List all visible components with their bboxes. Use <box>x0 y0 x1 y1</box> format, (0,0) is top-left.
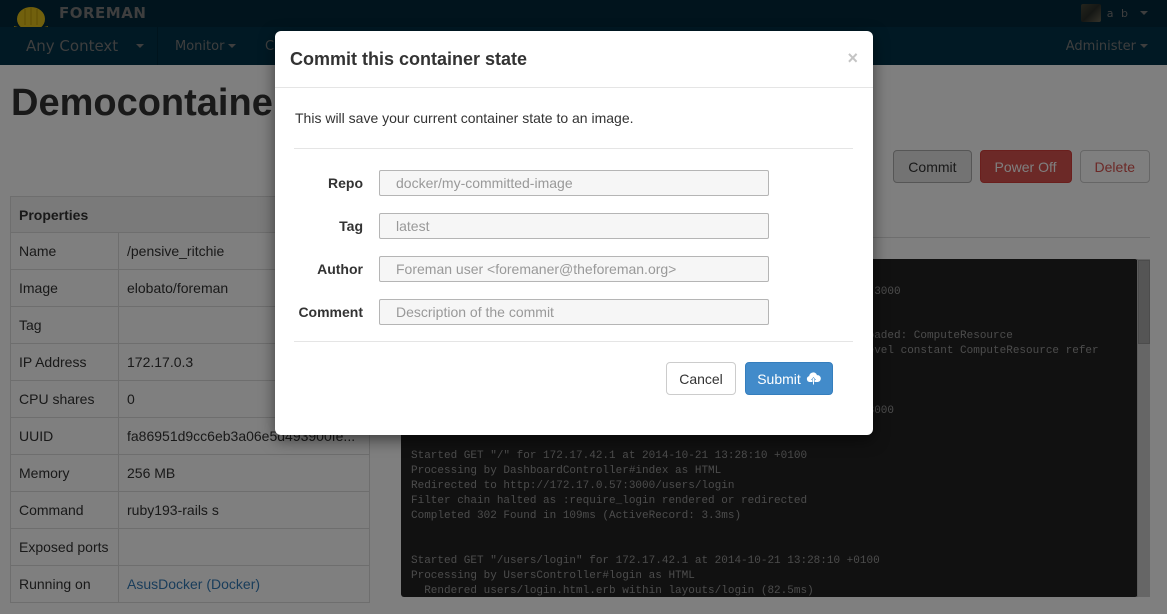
divider <box>294 148 853 149</box>
modal-title: Commit this container state <box>290 49 528 69</box>
repo-input[interactable] <box>379 170 769 196</box>
repo-label: Repo <box>328 175 363 191</box>
divider <box>294 341 853 342</box>
author-input[interactable] <box>379 256 769 282</box>
tag-label: Tag <box>339 218 363 234</box>
tag-input[interactable] <box>379 213 769 239</box>
comment-label: Comment <box>298 304 363 320</box>
comment-row: Comment <box>275 299 873 325</box>
author-label: Author <box>317 261 363 277</box>
close-icon[interactable]: × <box>847 48 858 69</box>
modal-description: This will save your current container st… <box>295 110 634 126</box>
submit-button[interactable]: Submit <box>745 362 833 395</box>
submit-label: Submit <box>757 370 801 387</box>
tag-row: Tag <box>275 213 873 239</box>
modal-header: Commit this container state × <box>275 31 873 88</box>
cancel-button[interactable]: Cancel <box>666 362 736 395</box>
cloud-upload-icon <box>806 372 821 385</box>
commit-modal: Commit this container state × This will … <box>275 31 873 435</box>
author-row: Author <box>275 256 873 282</box>
comment-input[interactable] <box>379 299 769 325</box>
repo-row: Repo <box>275 170 873 196</box>
